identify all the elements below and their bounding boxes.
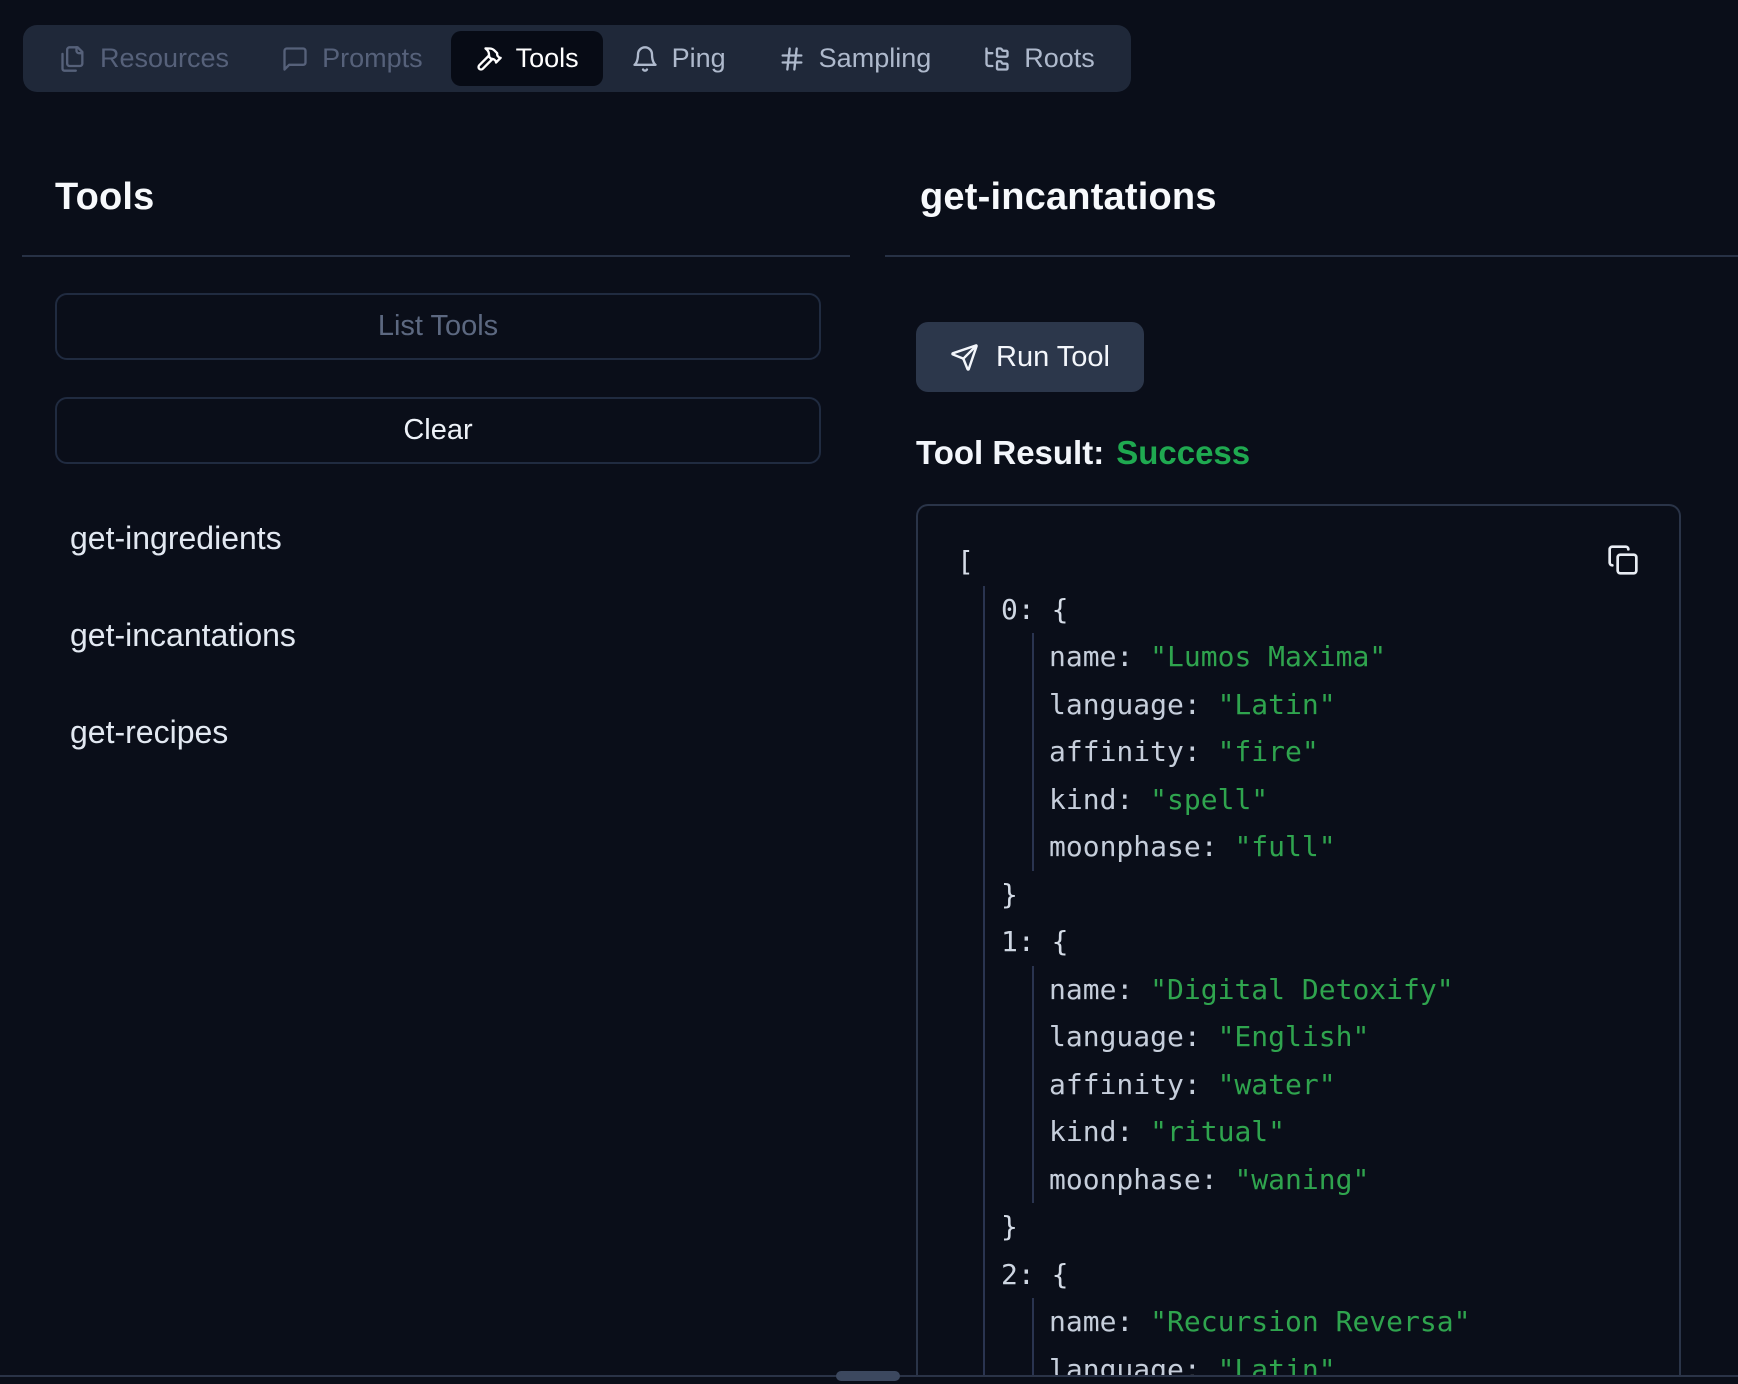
json-val: "water" — [1218, 1068, 1336, 1101]
clear-button[interactable]: Clear — [55, 397, 821, 464]
tool-item-get-incantations[interactable]: get-incantations — [70, 617, 296, 654]
tab-label: Ping — [672, 43, 726, 74]
hash-icon — [778, 45, 806, 73]
run-tool-button[interactable]: Run Tool — [916, 322, 1144, 392]
list-tools-button[interactable]: List Tools — [55, 293, 821, 360]
tab-prompts[interactable]: Prompts — [257, 31, 447, 86]
hammer-icon — [475, 45, 503, 73]
bottom-pane-divider — [0, 1375, 1738, 1377]
tab-bar: Resources Prompts Tools Ping — [23, 25, 1131, 92]
left-panel-divider — [22, 255, 850, 257]
json-key: kind: — [1049, 783, 1150, 816]
tab-tools[interactable]: Tools — [451, 31, 603, 86]
json-line: kind: "ritual" — [957, 1108, 1679, 1156]
files-icon — [59, 45, 87, 73]
json-line: moonphase: "full" — [957, 823, 1679, 871]
tab-sampling[interactable]: Sampling — [754, 31, 956, 86]
json-val: "Latin" — [1218, 1353, 1336, 1377]
folder-tree-icon — [983, 45, 1011, 73]
json-line: language: "English" — [957, 1013, 1679, 1061]
json-line: kind: "spell" — [957, 776, 1679, 824]
json-key: language: — [1049, 688, 1218, 721]
send-icon — [950, 343, 979, 372]
tab-label: Roots — [1024, 43, 1095, 74]
indent-guide — [1032, 633, 1034, 871]
json-line: affinity: "water" — [957, 1061, 1679, 1109]
tool-result-line: Tool Result: Success — [916, 434, 1250, 472]
json-val: "Recursion Reversa" — [1150, 1305, 1470, 1338]
json-val: "full" — [1234, 830, 1335, 863]
json-val: "ritual" — [1150, 1115, 1285, 1148]
json-brace: { — [1052, 593, 1069, 626]
json-line: 2: { — [957, 1251, 1679, 1299]
json-key: name: — [1049, 1305, 1150, 1338]
json-key: name: — [1049, 973, 1150, 1006]
json-brace: } — [1001, 1210, 1018, 1243]
right-panel-divider — [885, 255, 1738, 257]
json-line: name: "Lumos Maxima" — [957, 633, 1679, 681]
json-val: "Digital Detoxify" — [1150, 973, 1453, 1006]
json-line: affinity: "fire" — [957, 728, 1679, 776]
json-key: affinity: — [1049, 1068, 1218, 1101]
json-brace: } — [1001, 878, 1018, 911]
json-key: moonphase: — [1049, 830, 1234, 863]
json-brace: { — [1052, 925, 1069, 958]
tab-label: Prompts — [322, 43, 423, 74]
bell-icon — [631, 45, 659, 73]
json-line: language: "Latin" — [957, 1346, 1679, 1377]
tab-label: Resources — [100, 43, 229, 74]
json-line: } — [957, 871, 1679, 919]
json-idx: 1: — [1001, 925, 1052, 958]
copy-icon-button[interactable] — [1607, 542, 1643, 578]
json-idx: 0: — [1001, 593, 1052, 626]
json-val: "Lumos Maxima" — [1150, 640, 1386, 673]
tool-result-label: Tool Result: — [916, 434, 1104, 471]
tool-item-get-ingredients[interactable]: get-ingredients — [70, 520, 282, 557]
json-line: [ — [957, 538, 1679, 586]
tool-item-get-recipes[interactable]: get-recipes — [70, 714, 228, 751]
json-key: affinity: — [1049, 735, 1218, 768]
tab-ping[interactable]: Ping — [607, 31, 750, 86]
tool-detail-title: get-incantations — [920, 176, 1217, 219]
tab-roots[interactable]: Roots — [959, 31, 1119, 86]
json-line: name: "Digital Detoxify" — [957, 966, 1679, 1014]
json-line: name: "Recursion Reversa" — [957, 1298, 1679, 1346]
json-key: name: — [1049, 640, 1150, 673]
json-key: language: — [1049, 1020, 1218, 1053]
run-tool-label: Run Tool — [996, 341, 1110, 374]
json-line: 1: { — [957, 918, 1679, 966]
tab-resources[interactable]: Resources — [35, 31, 253, 86]
json-line: 0: { — [957, 586, 1679, 634]
tab-label: Tools — [516, 43, 579, 74]
json-tree: [0: {name: "Lumos Maxima"language: "Lati… — [918, 506, 1679, 1376]
json-brace: { — [1052, 1258, 1069, 1291]
message-square-icon — [281, 45, 309, 73]
json-key: moonphase: — [1049, 1163, 1234, 1196]
json-val: "spell" — [1150, 783, 1268, 816]
tab-label: Sampling — [819, 43, 932, 74]
tool-result-status: Success — [1116, 434, 1250, 471]
tools-panel-title: Tools — [55, 176, 155, 219]
json-val: "Latin" — [1218, 688, 1336, 721]
json-key: language: — [1049, 1353, 1218, 1377]
bottom-pane-resize-handle[interactable] — [836, 1371, 900, 1381]
json-val: "English" — [1218, 1020, 1370, 1053]
json-line: language: "Latin" — [957, 681, 1679, 729]
json-key: kind: — [1049, 1115, 1150, 1148]
indent-guide — [1032, 966, 1034, 1204]
json-line: moonphase: "waning" — [957, 1156, 1679, 1204]
json-idx: 2: — [1001, 1258, 1052, 1291]
json-line: } — [957, 1203, 1679, 1251]
tool-result-json-box: [0: {name: "Lumos Maxima"language: "Lati… — [916, 504, 1681, 1376]
json-val: "waning" — [1234, 1163, 1369, 1196]
json-bracket: [ — [957, 545, 974, 578]
copy-icon — [1607, 544, 1643, 576]
indent-guide — [983, 586, 985, 1377]
json-val: "fire" — [1218, 735, 1319, 768]
indent-guide — [1032, 1298, 1034, 1376]
